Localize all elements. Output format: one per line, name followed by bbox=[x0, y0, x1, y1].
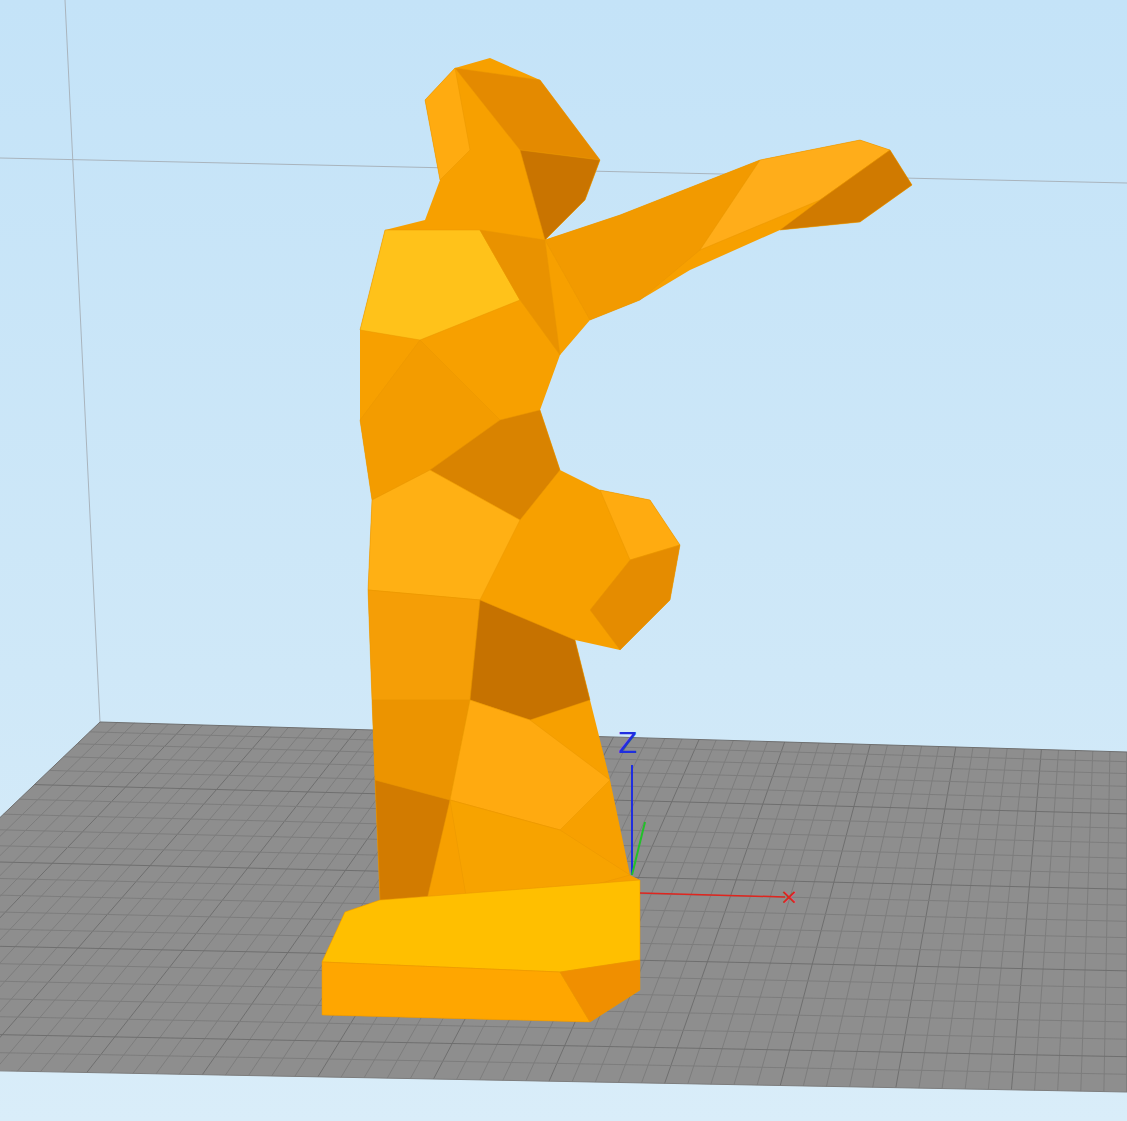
statue-model[interactable] bbox=[322, 58, 912, 1022]
x-axis bbox=[640, 893, 785, 897]
z-axis-label: Z bbox=[616, 728, 639, 760]
x-axis-label: × bbox=[778, 884, 800, 910]
z-axis bbox=[631, 765, 633, 875]
3d-viewport[interactable]: Z× bbox=[0, 0, 1127, 1121]
volume-edge bbox=[65, 0, 100, 722]
y-axis bbox=[632, 822, 645, 875]
scene[interactable] bbox=[0, 0, 1127, 1121]
